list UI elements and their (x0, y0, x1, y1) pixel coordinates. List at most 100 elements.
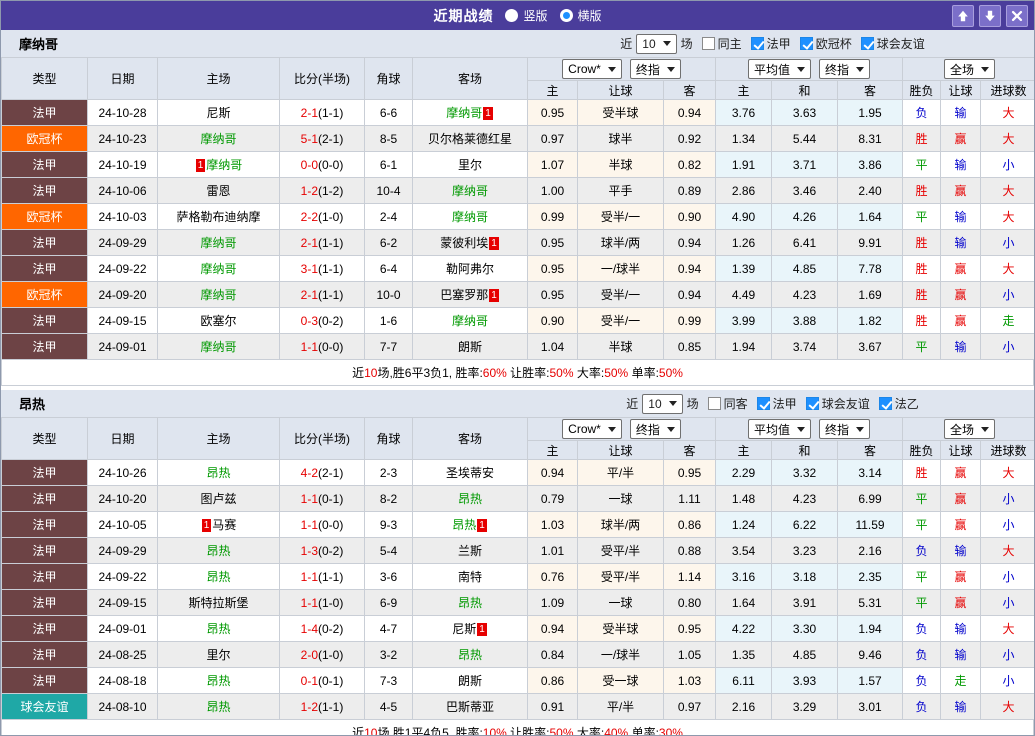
average-odds-select-value: 平均值 (754, 62, 791, 77)
checkbox-unchecked-icon (701, 37, 715, 50)
move-down-button[interactable] (979, 4, 1001, 27)
fulltime-select[interactable]: 全场 (944, 419, 996, 439)
summary-part: 50% (658, 366, 683, 380)
league-cell: 法甲 (1, 459, 88, 486)
average-odds-select[interactable]: 平均值 (748, 59, 812, 79)
result-label: 小 (1002, 340, 1015, 354)
final-odds-select[interactable]: 终指 (629, 419, 681, 439)
result-label: 胜 (915, 314, 928, 328)
avg-draw-cell: 3.91 (771, 589, 839, 616)
league-filter-checkbox-1[interactable]: 欧冠杯 (799, 35, 852, 52)
same-venue-checkbox[interactable]: 同主 (701, 35, 742, 52)
fulltime-select[interactable]: 全场 (944, 59, 996, 79)
result-goals-cell: 小 (980, 511, 1034, 538)
match-row: 法甲 24-10-20 图卢兹 1-1(0-1) 8-2 昂热 0.79 一球 1.11 1.48… (1, 485, 1034, 512)
date-cell: 24-10-28 (87, 99, 158, 126)
corner-cell: 6-9 (364, 589, 413, 616)
away-odds-cell: 0.90 (662, 203, 717, 230)
result-label: 赢 (954, 132, 967, 146)
date-cell: 24-09-01 (87, 333, 158, 360)
layout-radio-horizontal[interactable]: 横版 (559, 7, 602, 24)
result-label: 负 (915, 544, 928, 558)
odds-source-select-value: Crow* (568, 62, 601, 76)
result-label: 小 (1002, 596, 1015, 610)
home-team-cell: 里尔 (157, 641, 280, 668)
halftime-score: (1-1) (318, 235, 344, 250)
layout-radio-vertical-label: 竖版 (523, 9, 548, 23)
games-count-select[interactable]: 10 (642, 393, 683, 414)
corner-cell: 7-3 (364, 667, 413, 694)
date-cell: 24-09-01 (87, 615, 158, 642)
result-label: 赢 (954, 262, 967, 276)
team-label: 斯特拉斯堡 (188, 596, 249, 610)
league-cell: 法甲 (1, 589, 88, 616)
league-filter-checkbox-2[interactable]: 法乙 (878, 395, 919, 412)
results-table: 类型 日期 主场 比分(半场) 角球 客场 Crow* 终指 平均值 终指 全场主让球客主和客胜负让… (1, 57, 1034, 360)
result-label: 输 (954, 210, 967, 224)
handicap-cell: 受平/半 (577, 563, 664, 590)
avg-home-cell: 2.16 (715, 693, 773, 720)
result-goals-cell: 大 (980, 459, 1034, 486)
handicap-cell: 受半/一 (577, 307, 664, 334)
home-team-cell: 摩纳哥 (157, 125, 280, 152)
handicap-cell: 一球 (577, 589, 664, 616)
away-odds-cell: 1.14 (662, 563, 717, 590)
date-cell: 24-09-15 (87, 589, 158, 616)
team-label: 巴塞罗那 (440, 288, 489, 302)
result-handicap-cell: 输 (940, 99, 982, 126)
odds-source-select[interactable]: Crow* (562, 419, 622, 439)
final-avg-select[interactable]: 终指 (819, 419, 871, 439)
score-cell: 4-2(2-1) (279, 459, 365, 486)
result-wdl-cell: 胜 (902, 229, 942, 256)
halftime-score: (1-0) (318, 209, 344, 224)
league-cell: 法甲 (1, 537, 88, 564)
sub-header-8: 进球数 (980, 80, 1034, 100)
score-cell: 0-0(0-0) (279, 151, 365, 178)
league-filter-checkbox-2[interactable]: 球会友谊 (860, 35, 925, 52)
team-label: 昂热 (452, 518, 477, 532)
home-team-cell: 摩纳哥 (157, 229, 280, 256)
date-cell: 24-08-18 (87, 667, 158, 694)
match-row: 法甲 24-09-22 摩纳哥 3-1(1-1) 6-4 勒阿弗尔 0.95 一/球半 0.94… (1, 255, 1034, 282)
corner-cell: 8-5 (364, 125, 413, 152)
avg-away-cell: 3.01 (837, 693, 904, 720)
team-label: 摩纳哥 (200, 132, 237, 146)
checkbox-checked-icon (805, 397, 819, 410)
league-cell: 法甲 (1, 177, 88, 204)
handicap-cell: 一/球半 (577, 255, 664, 282)
result-label: 小 (1002, 570, 1015, 584)
team-label: 昂热 (457, 596, 482, 610)
final-avg-select[interactable]: 终指 (819, 59, 871, 79)
avg-home-cell: 1.39 (715, 255, 773, 282)
away-team-cell: 朗斯 (412, 333, 528, 360)
team-label: 昂热 (206, 700, 231, 714)
date-cell: 24-10-06 (87, 177, 158, 204)
away-team-cell: 巴斯蒂亚 (412, 693, 528, 720)
layout-radio-vertical[interactable]: 竖版 (505, 7, 548, 24)
date-cell: 24-10-20 (87, 485, 158, 512)
result-wdl-cell: 平 (902, 333, 942, 360)
result-handicap-cell: 输 (940, 693, 982, 720)
halftime-score: (2-1) (318, 465, 344, 480)
halftime-score: (1-1) (318, 105, 344, 120)
dropdown-group: 平均值 终指 (717, 419, 902, 439)
move-up-button[interactable] (952, 4, 974, 27)
home-odds-cell: 0.95 (527, 281, 578, 308)
home-team-cell: 昂热 (157, 667, 280, 694)
league-filter-checkbox-0[interactable]: 法甲 (756, 395, 797, 412)
match-row: 法甲 24-09-01 昂热 1-4(0-2) 4-7 尼斯 1 0.94 受半球 0.95 4.2… (1, 615, 1034, 642)
average-odds-select[interactable]: 平均值 (748, 419, 812, 439)
league-filter-checkbox-1[interactable]: 球会友谊 (805, 395, 870, 412)
close-button[interactable] (1006, 4, 1028, 27)
result-label: 大 (1002, 132, 1015, 146)
col-header-4: 角球 (364, 417, 413, 460)
games-count-select[interactable]: 10 (636, 33, 677, 54)
league-filter-checkbox-0[interactable]: 法甲 (750, 35, 791, 52)
team-label: 昂热 (206, 544, 231, 558)
corner-cell: 9-3 (364, 511, 413, 538)
halftime-score: (1-1) (318, 569, 344, 584)
same-venue-checkbox[interactable]: 同客 (707, 395, 748, 412)
final-odds-select[interactable]: 终指 (629, 59, 681, 79)
result-wdl-cell: 负 (902, 693, 942, 720)
odds-source-select[interactable]: Crow* (562, 59, 622, 79)
